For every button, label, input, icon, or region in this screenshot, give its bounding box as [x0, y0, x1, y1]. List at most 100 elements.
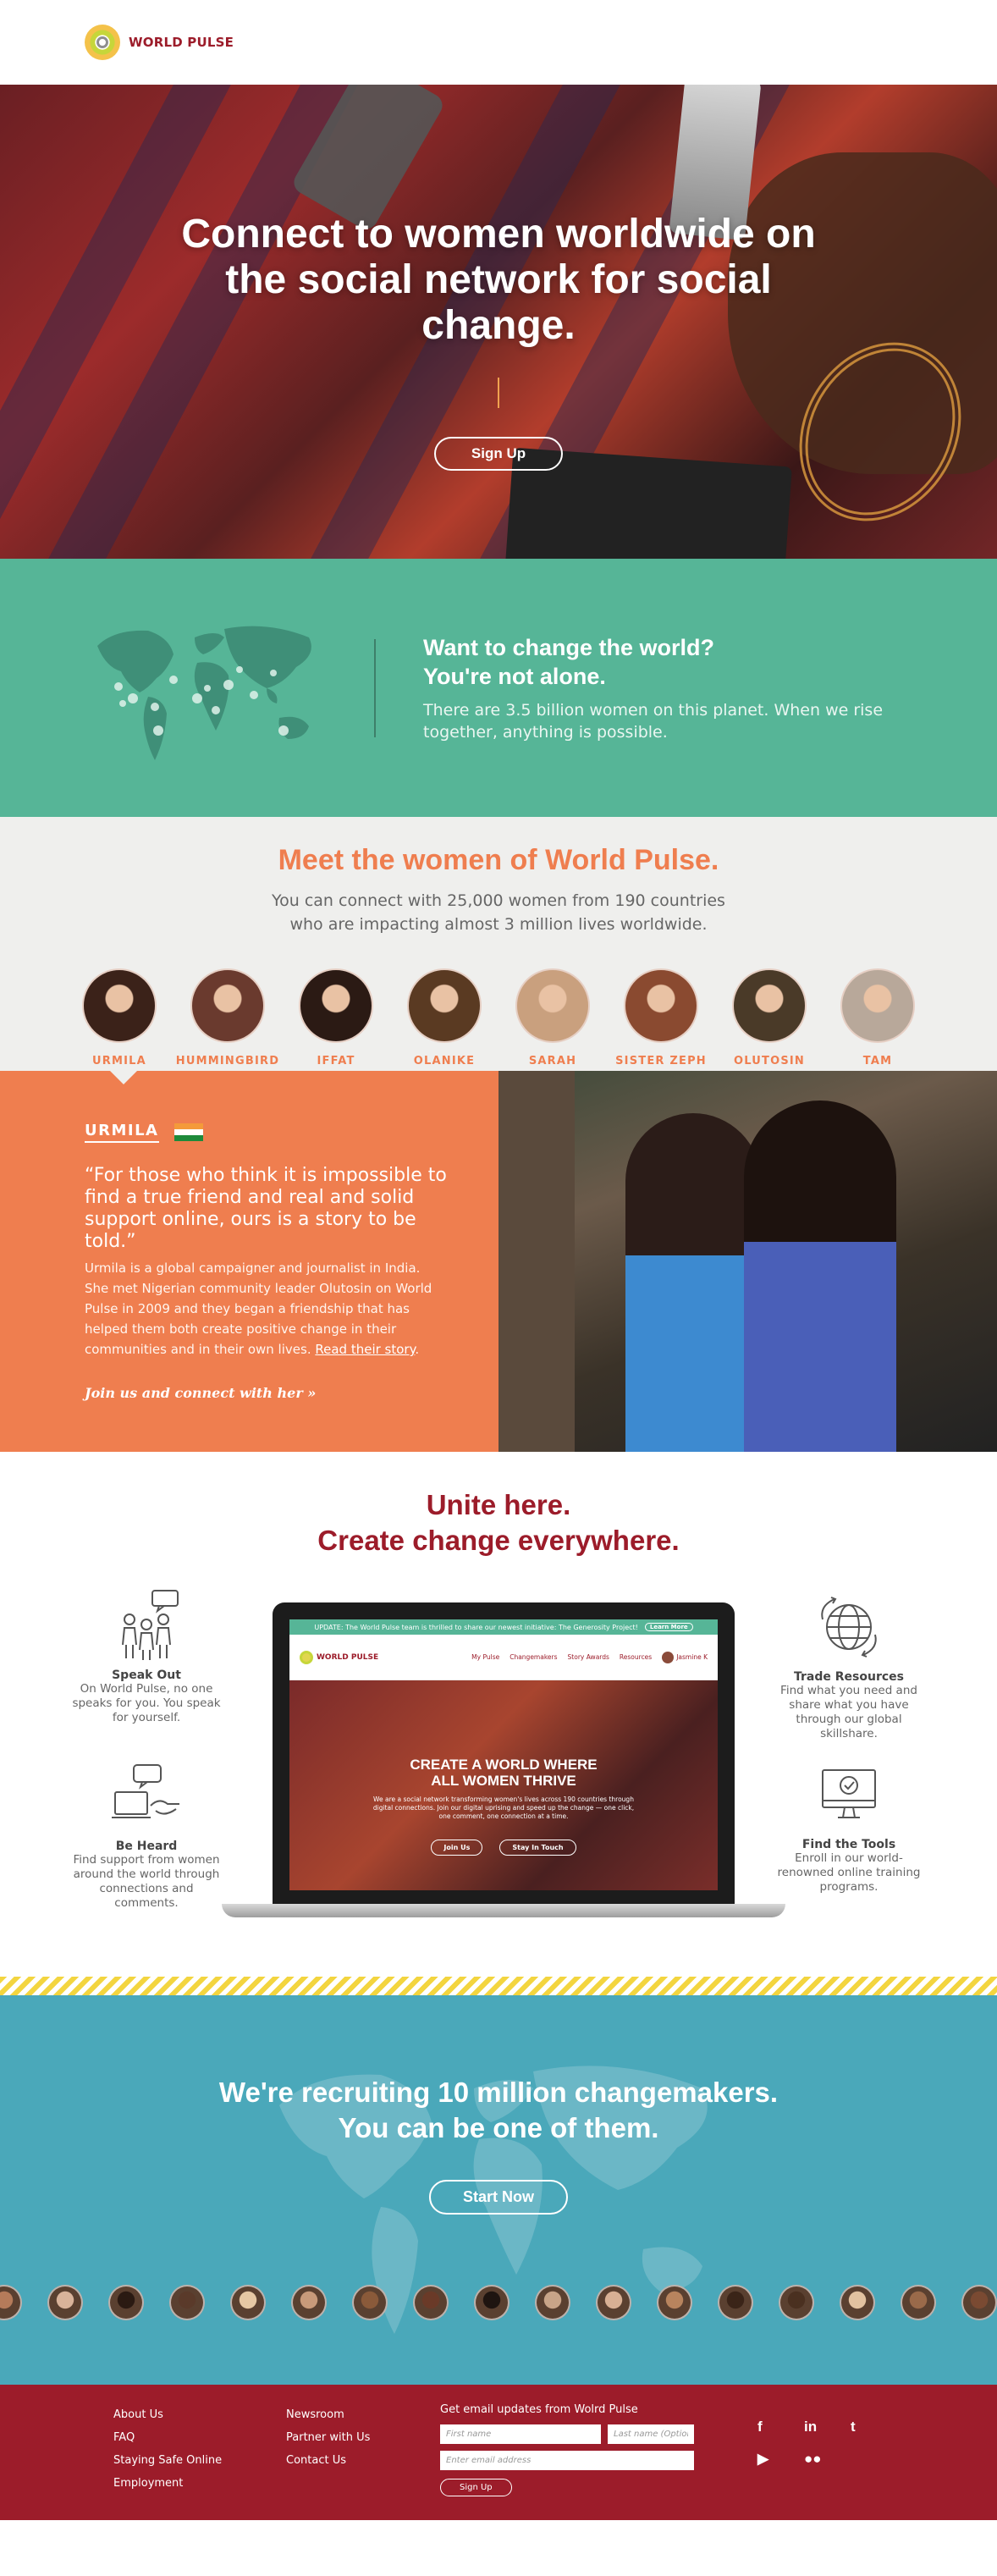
avatar — [515, 968, 590, 1043]
feature-title: Be Heard — [115, 1840, 178, 1853]
youtube-icon[interactable]: ▶ — [757, 2451, 804, 2468]
screen-nav-item: Changemakers — [510, 1653, 558, 1661]
unite-title-line1: Unite here. — [426, 1489, 571, 1520]
woman-name: IFFAT — [317, 1055, 355, 1067]
feature-body: Enroll in our world-renowned online trai… — [777, 1851, 921, 1894]
woman-tab-olutosin[interactable]: OLUTOSIN — [715, 968, 823, 1073]
story-quote: “For those who think it is impossible to… — [85, 1165, 447, 1252]
update-banner: UPDATE: The World Pulse team is thrilled… — [289, 1619, 718, 1635]
sign-up-button[interactable]: Sign Up — [433, 437, 564, 471]
woman-tab-iffat[interactable]: IFFAT — [282, 968, 390, 1073]
avatar — [299, 968, 373, 1043]
woman-name: TAM — [862, 1055, 893, 1067]
story-name: URMILA — [85, 1122, 159, 1143]
social-links: f in t ▶ ●● — [757, 2419, 897, 2468]
member-avatar — [718, 2285, 753, 2320]
story-section: URMILA “For those who think it is imposs… — [0, 1071, 997, 1452]
member-avatar — [0, 2285, 22, 2320]
footer-links-col2: Newsroom Partner with Us Contact Us — [286, 2408, 370, 2467]
start-now-button[interactable]: Start Now — [428, 2180, 568, 2215]
woman-name: SARAH — [528, 1055, 577, 1067]
woman-tab-tam[interactable]: TAM — [823, 968, 932, 1073]
member-avatar — [657, 2285, 692, 2320]
join-connect-link[interactable]: Join us and connect with her » — [85, 1385, 316, 1401]
screen-stay-button: Stay In Touch — [499, 1840, 576, 1856]
update-banner-text: UPDATE: The World Pulse team is thrilled… — [314, 1623, 638, 1631]
email-field[interactable] — [440, 2451, 694, 2470]
unite-title: Unite here. Create change everywhere. — [0, 1487, 997, 1558]
screen-join-button: Join Us — [431, 1840, 483, 1856]
alone-body: There are 3.5 billion women on this plan… — [423, 700, 884, 742]
linkedin-icon[interactable]: in — [804, 2419, 851, 2435]
feature-body: Find support from women around the world… — [73, 1853, 220, 1910]
member-avatar — [169, 2285, 205, 2320]
screen-headline-line2: ALL WOMEN THRIVE — [431, 1773, 576, 1789]
story-photo — [499, 1071, 997, 1452]
member-avatar — [291, 2285, 327, 2320]
hero-section: Connect to women worldwide on the social… — [0, 85, 997, 559]
footer-link-newsroom[interactable]: Newsroom — [286, 2408, 370, 2421]
avatar — [840, 968, 915, 1043]
feature-title: Speak Out — [112, 1669, 181, 1682]
footer-link-faq[interactable]: FAQ — [113, 2431, 222, 2444]
member-avatar — [108, 2285, 144, 2320]
read-story-link[interactable]: Read their story — [315, 1342, 415, 1357]
footer-link-contact[interactable]: Contact Us — [286, 2454, 370, 2467]
footer-links-col1: About Us FAQ Staying Safe Online Employm… — [113, 2408, 222, 2490]
screen-user-name: Jasmine K — [676, 1653, 708, 1661]
recruit-section: We're recruiting 10 million changemakers… — [0, 1995, 997, 2385]
logo[interactable]: WORLD PULSE — [85, 25, 234, 60]
avatar — [407, 968, 482, 1043]
recruit-title-line1: We're recruiting 10 million changemakers… — [218, 2077, 779, 2108]
laptop-screen: UPDATE: The World Pulse team is thrilled… — [289, 1619, 718, 1890]
section-divider — [374, 638, 376, 737]
alone-title-line1: Want to change the world? — [423, 634, 714, 660]
screen-headline-line1: CREATE A WORLD WHERE — [410, 1757, 598, 1773]
woman-tab-urmila[interactable]: URMILA — [65, 968, 174, 1073]
woman-name: HUMMINGBIRD — [175, 1055, 280, 1067]
member-avatar — [961, 2285, 997, 2320]
brand-name: WORLD PULSE — [129, 35, 234, 50]
woman-tab-olanike[interactable]: OLANIKE — [390, 968, 499, 1073]
woman-tab-hummingbird[interactable]: HUMMINGBIRD — [174, 968, 282, 1073]
user-avatar — [662, 1651, 675, 1663]
woman-tab-sister-zeph[interactable]: SISTER ZEPH — [607, 968, 715, 1073]
member-avatar — [47, 2285, 83, 2320]
footer-link-partner[interactable]: Partner with Us — [286, 2431, 370, 2444]
signup-label: Get email updates from Wolrd Pulse — [440, 2403, 638, 2416]
story-panel: URMILA “For those who think it is imposs… — [0, 1071, 499, 1452]
feature-title: Trade Resources — [794, 1670, 904, 1684]
feature-title: Find the Tools — [801, 1838, 896, 1851]
not-alone-section: Want to change the world? You're not alo… — [0, 559, 997, 817]
member-avatar — [352, 2285, 388, 2320]
member-avatar — [535, 2285, 570, 2320]
member-avatar — [779, 2285, 814, 2320]
woman-name: OLANIKE — [413, 1055, 476, 1067]
footer-link-about[interactable]: About Us — [113, 2408, 222, 2421]
member-avatar — [901, 2285, 936, 2320]
member-avatar — [230, 2285, 266, 2320]
woman-name: URMILA — [92, 1055, 146, 1073]
member-avatar — [596, 2285, 631, 2320]
facebook-icon[interactable]: f — [757, 2419, 804, 2435]
first-name-field[interactable] — [440, 2424, 601, 2444]
woman-tab-sarah[interactable]: SARAH — [499, 968, 607, 1073]
world-pulse-logo-icon — [85, 25, 120, 60]
footer-signup-button[interactable]: Sign Up — [440, 2479, 512, 2496]
be-heard-icon — [108, 1758, 185, 1834]
hero-title: Connect to women worldwide on the social… — [181, 212, 816, 348]
footer-link-employment[interactable]: Employment — [113, 2477, 222, 2490]
email-signup-form: Get email updates from Wolrd Pulse Sign … — [440, 2403, 694, 2496]
screen-logo: WORLD PULSE — [300, 1650, 378, 1664]
flickr-icon[interactable]: ●● — [804, 2451, 851, 2468]
meet-title: Meet the women of World Pulse. — [278, 844, 719, 876]
recruit-title-line2: You can be one of them. — [338, 2112, 659, 2143]
feature-body: Find what you need and share what you ha… — [780, 1684, 917, 1740]
member-avatar — [413, 2285, 449, 2320]
globe-icon — [811, 1589, 887, 1665]
tab-pointer — [110, 1071, 137, 1084]
last-name-field[interactable] — [608, 2424, 694, 2444]
twitter-icon[interactable]: t — [851, 2419, 897, 2435]
feature-find-tools: Find the Tools Enroll in our world-renow… — [768, 1757, 929, 1895]
footer-link-safety[interactable]: Staying Safe Online — [113, 2454, 222, 2467]
